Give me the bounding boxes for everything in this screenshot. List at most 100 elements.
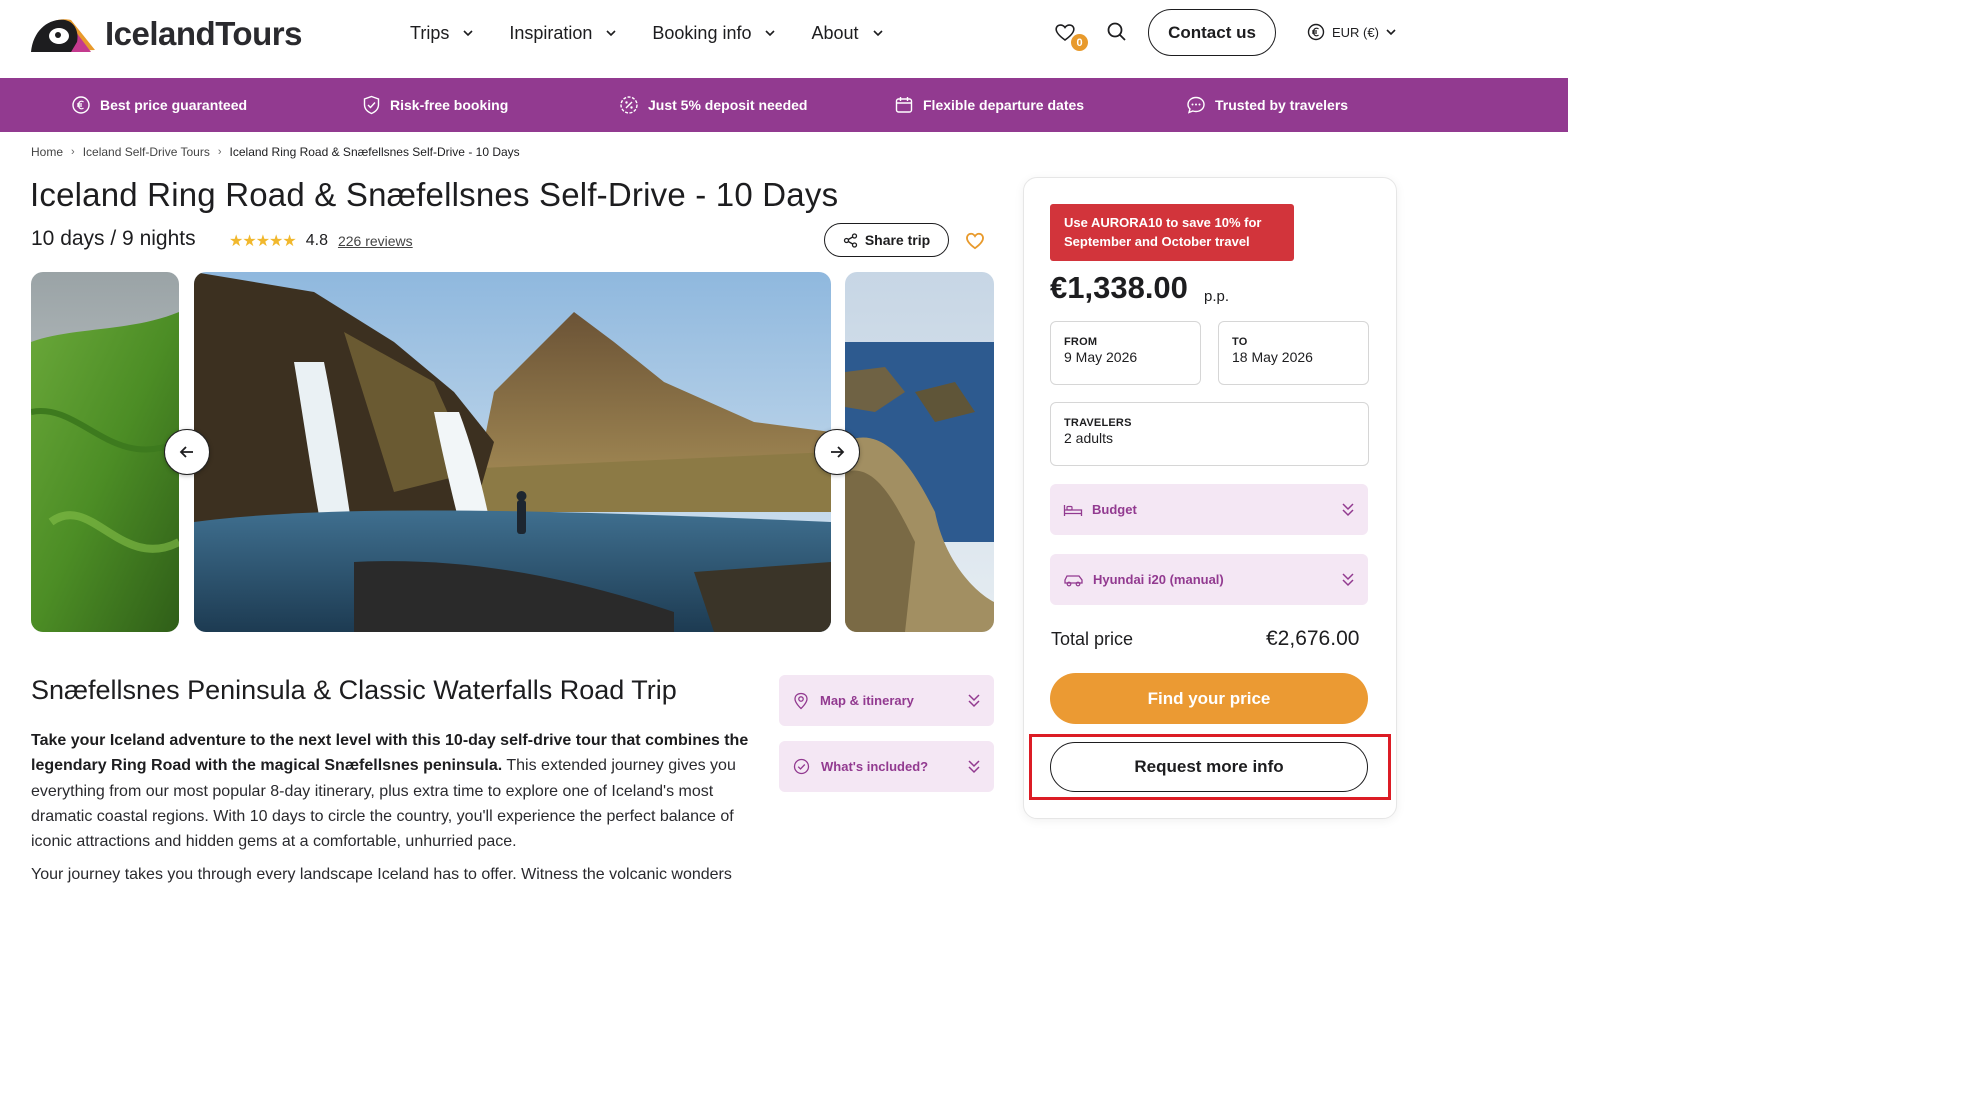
double-chevron-down-icon (968, 760, 980, 774)
green-hillside-image (31, 272, 179, 632)
breadcrumb-current: Iceland Ring Road & Snæfellsnes Self-Dri… (229, 145, 520, 159)
breadcrumb-separator-icon: › (217, 146, 222, 158)
currency-label: EUR (€) (1332, 24, 1379, 40)
map-itinerary-accordion[interactable]: Map & itinerary (779, 675, 994, 726)
kirkjufell-waterfall-image (194, 272, 831, 632)
check-circle-icon (793, 758, 810, 775)
section-title: Snæfellsnes Peninsula & Classic Waterfal… (31, 675, 677, 705)
usp-bar: Best price guaranteed Risk-free booking … (0, 78, 1568, 132)
nav-trips[interactable]: Trips (410, 20, 475, 46)
share-label: Share trip (864, 232, 931, 248)
breadcrumb-category[interactable]: Iceland Self-Drive Tours (83, 145, 210, 159)
breadcrumb: Home › Iceland Self-Drive Tours › Icelan… (31, 145, 520, 159)
gallery-photo-left[interactable] (31, 272, 179, 632)
total-price-label: Total price (1051, 629, 1134, 649)
logo[interactable]: IcelandTours (31, 14, 302, 54)
nav-label: About (811, 22, 859, 43)
accommodation-select[interactable]: Budget (1050, 484, 1368, 535)
date-to-field[interactable]: TO 18 May 2026 (1218, 321, 1369, 385)
chevron-down-icon (765, 30, 776, 37)
usp-best-price: Best price guaranteed (71, 78, 247, 132)
double-chevron-down-icon (1342, 503, 1354, 517)
search-icon[interactable] (1105, 20, 1129, 44)
double-chevron-down-icon (968, 694, 980, 708)
field-label: TO (1232, 336, 1248, 348)
nav-about[interactable]: About (811, 20, 884, 46)
promo-banner: Use AURORA10 to save 10% for September a… (1050, 204, 1294, 261)
gallery-photo-right[interactable] (845, 272, 994, 632)
tour-description: Take your Iceland adventure to the next … (31, 728, 761, 854)
nav-label: Booking info (652, 22, 752, 43)
total-price-value: €2,676.00 (1266, 627, 1360, 650)
usp-trusted: Trusted by travelers (1186, 78, 1348, 132)
rating-value: 4.8 (305, 232, 328, 249)
price-unit: p.p. (1204, 288, 1230, 305)
logo-text: IcelandTours (105, 15, 302, 52)
share-icon (843, 232, 857, 248)
field-value: 9 May 2026 (1064, 349, 1138, 365)
chat-bubble-icon (1187, 96, 1205, 114)
gallery-prev-button[interactable] (164, 429, 210, 475)
puffin-logo-icon (31, 19, 95, 52)
field-value: 18 May 2026 (1232, 349, 1313, 365)
field-label: FROM (1064, 336, 1098, 348)
double-chevron-down-icon (1342, 573, 1354, 587)
highlight-box (1029, 734, 1391, 800)
tour-duration: 10 days / 9 nights (31, 227, 196, 250)
site-header: IcelandTours Trips Inspiration Booking i… (0, 0, 1568, 78)
currency-selector[interactable]: EUR (€) (1306, 22, 1405, 42)
field-value: 2 adults (1064, 430, 1114, 446)
chevron-down-icon (606, 30, 616, 37)
tour-rating: ★★★★★ 4.8 226 reviews (229, 231, 413, 251)
chevron-down-icon (1386, 29, 1396, 36)
select-label: Hyundai i20 (manual) (1093, 572, 1224, 587)
main-nav: Trips Inspiration Booking info About (410, 20, 919, 46)
wishlist-count-badge: 0 (1071, 34, 1088, 51)
usp-label: Best price guaranteed (100, 97, 248, 113)
car-icon (1064, 574, 1083, 586)
nav-inspiration[interactable]: Inspiration (509, 20, 618, 46)
usp-label: Trusted by travelers (1215, 97, 1349, 113)
euro-circle-icon (72, 96, 90, 114)
price-per-person: €1,338.00 (1050, 270, 1188, 305)
calendar-icon (895, 97, 913, 113)
currency-icon (1307, 23, 1325, 41)
usp-deposit: Just 5% deposit needed (619, 78, 807, 132)
arrow-left-icon (179, 446, 193, 458)
breadcrumb-home[interactable]: Home (31, 145, 63, 159)
breadcrumb-separator-icon: › (71, 146, 75, 158)
coastal-cliffs-image (845, 272, 994, 632)
percent-badge-icon (620, 96, 638, 114)
map-pin-icon (794, 692, 808, 709)
nav-label: Inspiration (509, 22, 593, 43)
field-label: TRAVELERS (1064, 417, 1132, 429)
tour-description-continued: Your journey takes you through every lan… (31, 866, 732, 883)
star-rating-icon: ★★★★★ (229, 233, 297, 250)
contact-us-button[interactable]: Contact us (1148, 9, 1276, 56)
usp-label: Flexible departure dates (923, 97, 1085, 113)
arrow-right-icon (831, 446, 845, 458)
accordion-label: Map & itinerary (820, 693, 914, 708)
gallery-next-button[interactable] (814, 429, 860, 475)
car-select[interactable]: Hyundai i20 (manual) (1050, 554, 1368, 605)
nav-label: Trips (410, 22, 450, 43)
usp-flexible-dates: Flexible departure dates (894, 78, 1084, 132)
favorite-heart-icon[interactable] (964, 230, 986, 250)
chevron-down-icon (463, 30, 473, 37)
accordion-label: What's included? (821, 759, 929, 774)
nav-booking-info[interactable]: Booking info (652, 20, 777, 46)
usp-label: Risk-free booking (390, 97, 509, 113)
gallery-photo-main[interactable] (194, 272, 831, 632)
share-trip-button[interactable]: Share trip (824, 223, 949, 257)
whats-included-accordion[interactable]: What's included? (779, 741, 994, 792)
reviews-link[interactable]: 226 reviews (338, 233, 413, 249)
page-title: Iceland Ring Road & Snæfellsnes Self-Dri… (30, 176, 839, 213)
usp-label: Just 5% deposit needed (648, 97, 808, 113)
chevron-down-icon (872, 30, 883, 37)
bed-icon (1063, 504, 1083, 516)
shield-check-icon (363, 95, 380, 115)
select-label: Budget (1092, 502, 1137, 517)
find-your-price-button[interactable]: Find your price (1050, 673, 1368, 724)
travelers-field[interactable]: TRAVELERS 2 adults (1050, 402, 1369, 466)
date-from-field[interactable]: FROM 9 May 2026 (1050, 321, 1201, 385)
